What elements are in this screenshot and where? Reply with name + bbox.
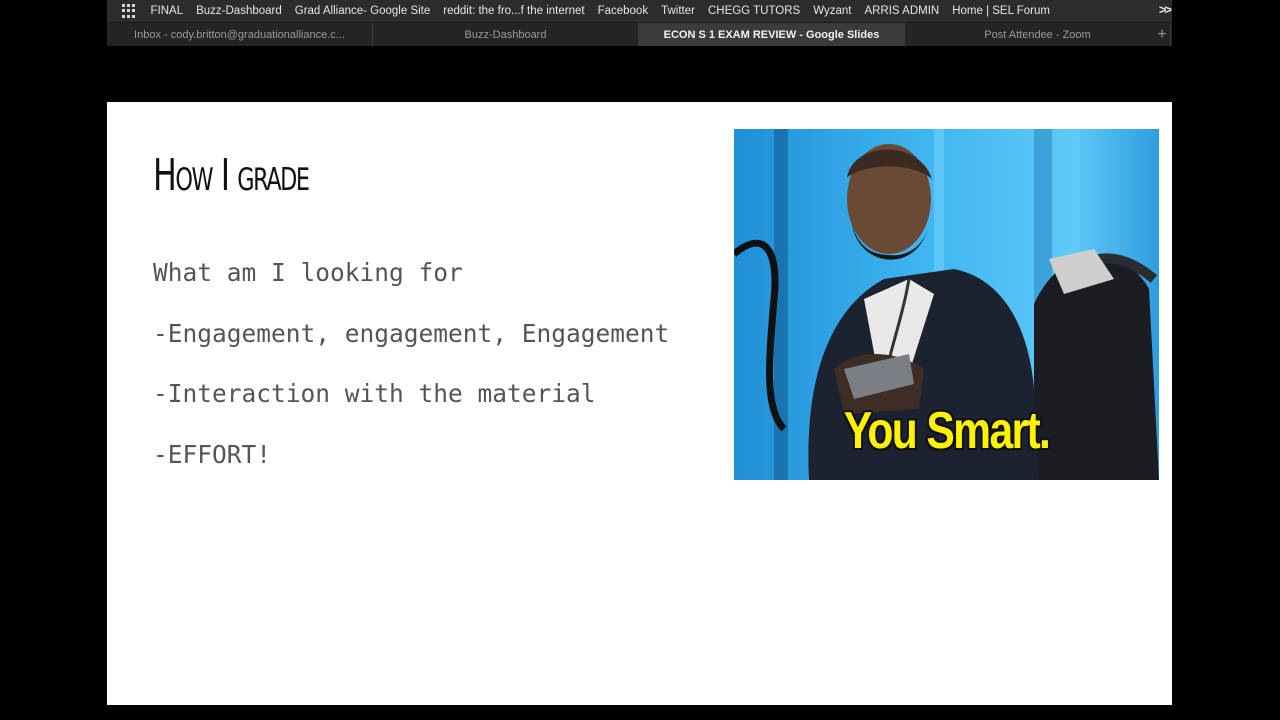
bookmark-facebook[interactable]: Facebook	[591, 5, 655, 17]
bookmark-twitter[interactable]: Twitter	[655, 5, 702, 17]
tab-inbox[interactable]: Inbox - cody.britton@graduationalliance.…	[107, 23, 373, 46]
bookmark-reddit[interactable]: reddit: the fro...f the internet	[437, 5, 591, 17]
bookmarks-overflow-button[interactable]: >>	[1159, 2, 1172, 17]
bookmark-chegg-tutors[interactable]: CHEGG TUTORS	[701, 5, 806, 17]
new-tab-button[interactable]: +	[1152, 23, 1172, 46]
tab-econ-exam-review[interactable]: ECON S 1 EXAM REVIEW - Google Slides	[639, 23, 905, 46]
presentation-slide: How I grade What am I looking for -Engag…	[107, 102, 1172, 705]
tab-strip: Inbox - cody.britton@graduationalliance.…	[107, 23, 1172, 46]
bookmark-sel-forum[interactable]: Home | SEL Forum	[946, 5, 1057, 17]
apps-grid-icon[interactable]	[122, 4, 136, 18]
browser-chrome: FINAL Buzz-Dashboard Grad Alliance- Goog…	[107, 0, 1172, 102]
tab-buzz-dashboard[interactable]: Buzz-Dashboard	[373, 23, 639, 46]
bookmark-grad-alliance[interactable]: Grad Alliance- Google Site	[288, 5, 437, 17]
tab-post-attendee-zoom[interactable]: Post Attendee - Zoom	[905, 23, 1171, 46]
bookmark-buzz-dashboard[interactable]: Buzz-Dashboard	[190, 5, 289, 17]
bullet-item: What am I looking for	[153, 258, 463, 287]
bookmark-wyzant[interactable]: Wyzant	[807, 5, 858, 17]
bookmark-final[interactable]: FINAL	[144, 5, 190, 17]
bookmarks-bar: FINAL Buzz-Dashboard Grad Alliance- Goog…	[107, 0, 1172, 23]
slide-title: How I grade	[153, 150, 310, 201]
meme-image: You Smart.	[734, 129, 1159, 480]
bullet-item: -Engagement, engagement, Engagement	[153, 318, 670, 348]
bullet-list: What am I looking for -Engagement, engag…	[153, 253, 669, 495]
bookmark-arris-admin[interactable]: ARRIS ADMIN	[858, 5, 946, 17]
bullet-item: -EFFORT!	[153, 439, 272, 469]
bullet-item: -Interaction with the material	[153, 379, 596, 408]
meme-caption: You Smart.	[843, 402, 1051, 460]
